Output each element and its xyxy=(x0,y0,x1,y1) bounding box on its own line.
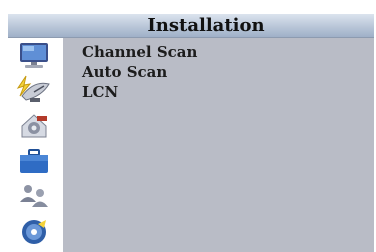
installation-panel: Installation Channel Scan Auto Scan LCN xyxy=(8,14,374,252)
settings-gear-icon xyxy=(21,114,47,138)
toolbox-icon xyxy=(20,149,48,173)
sidebar-item-system[interactable] xyxy=(16,110,52,140)
sidebar-item-parental[interactable] xyxy=(16,180,52,210)
tv-monitor-icon xyxy=(20,43,48,68)
sidebar-item-media[interactable] xyxy=(16,216,52,246)
sidebar xyxy=(8,38,63,252)
title-bar: Installation xyxy=(8,14,374,38)
media-disc-icon xyxy=(22,220,46,244)
sidebar-item-tools[interactable] xyxy=(16,146,52,176)
sidebar-item-installation[interactable] xyxy=(16,74,52,104)
page-title: Installation xyxy=(147,15,265,36)
sidebar-item-picture[interactable] xyxy=(16,40,52,70)
menu-item-lcn[interactable]: LCN xyxy=(82,82,197,102)
menu-item-auto-scan[interactable]: Auto Scan xyxy=(82,62,197,82)
menu-item-channel-scan[interactable]: Channel Scan xyxy=(82,42,197,62)
installation-menu: Channel Scan Auto Scan LCN xyxy=(82,42,197,102)
users-icon xyxy=(20,185,48,207)
satellite-dish-icon xyxy=(16,75,50,102)
